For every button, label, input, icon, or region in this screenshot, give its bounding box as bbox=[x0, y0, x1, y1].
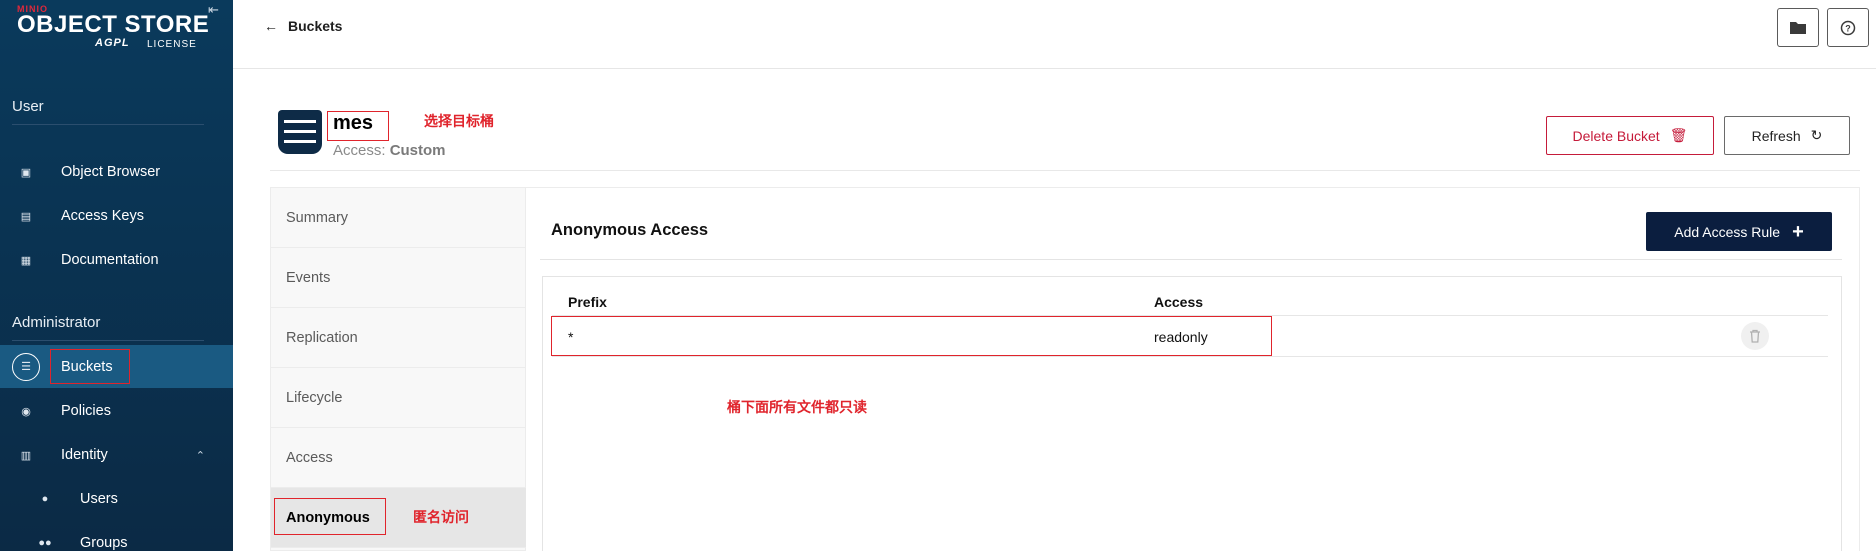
tab-events[interactable]: Events bbox=[271, 248, 527, 308]
back-to-buckets-link[interactable]: ← Buckets bbox=[264, 18, 342, 34]
bucket-access: Access: Custom bbox=[333, 142, 446, 159]
tab-access[interactable]: Access bbox=[271, 428, 527, 488]
sidebar: ⇤ MINIO OBJECT STORE AGPL LICENSE User ▣… bbox=[0, 0, 233, 551]
documentation-icon: ▦ bbox=[20, 254, 32, 267]
bucket-tabs: Summary Events Replication Lifecycle Acc… bbox=[270, 187, 527, 551]
column-header-prefix: Prefix bbox=[568, 294, 607, 310]
collapse-sidebar-icon[interactable]: ⇤ bbox=[208, 2, 219, 18]
folder-icon bbox=[1790, 22, 1806, 34]
divider bbox=[540, 259, 1842, 260]
section-administrator: Administrator bbox=[12, 314, 101, 331]
annotation-anonymous-access: 匿名访问 bbox=[413, 509, 469, 525]
section-user: User bbox=[12, 98, 44, 115]
add-access-rule-button[interactable]: Add Access Rule + bbox=[1646, 212, 1832, 251]
sidebar-item-label: Object Browser bbox=[61, 164, 161, 180]
back-label: Buckets bbox=[288, 18, 343, 34]
sidebar-item-label: Documentation bbox=[61, 252, 159, 268]
divider bbox=[552, 356, 1828, 357]
refresh-icon: ↻ bbox=[1810, 127, 1823, 143]
sidebar-item-label: Groups bbox=[80, 535, 128, 551]
delete-rule-button[interactable] bbox=[1741, 322, 1769, 350]
logo-name: OBJECT STORE bbox=[17, 11, 210, 38]
sidebar-item-groups[interactable]: ●● Groups bbox=[0, 524, 233, 551]
logo-license: AGPL LICENSE bbox=[17, 37, 209, 50]
tab-lifecycle[interactable]: Lifecycle bbox=[271, 368, 527, 428]
annotation-all-readonly: 桶下面所有文件都只读 bbox=[727, 399, 867, 415]
chevron-up-icon[interactable]: ⌃ bbox=[196, 449, 205, 462]
bucket-access-label: Access: bbox=[333, 142, 386, 159]
annotation-select-bucket: 选择目标桶 bbox=[424, 113, 494, 129]
groups-icon: ●● bbox=[38, 537, 52, 549]
folder-button[interactable] bbox=[1777, 8, 1819, 47]
add-access-rule-label: Add Access Rule bbox=[1674, 223, 1781, 240]
sidebar-item-label: Access Keys bbox=[61, 208, 144, 224]
annotation-box-buckets-nav bbox=[50, 349, 130, 384]
buckets-icon: ☰ bbox=[12, 352, 40, 381]
divider bbox=[270, 170, 1860, 171]
bucket-access-value: Custom bbox=[389, 142, 446, 159]
refresh-label: Refresh bbox=[1751, 127, 1801, 144]
sidebar-item-object-browser[interactable]: ▣ Object Browser bbox=[0, 153, 233, 191]
svg-text:?: ? bbox=[1845, 23, 1851, 33]
sidebar-item-access-keys[interactable]: ▤ Access Keys bbox=[0, 197, 233, 235]
bucket-icon bbox=[278, 110, 322, 154]
tab-replication[interactable]: Replication bbox=[271, 308, 527, 368]
sidebar-item-label: Policies bbox=[61, 403, 111, 419]
access-keys-icon: ▤ bbox=[20, 210, 32, 223]
sidebar-item-label: Identity bbox=[61, 447, 108, 463]
tab-summary[interactable]: Summary bbox=[271, 188, 527, 248]
top-bar: ← Buckets ? bbox=[233, 0, 1876, 69]
annotation-box-bucket bbox=[327, 111, 389, 141]
sidebar-item-policies[interactable]: ◉ Policies bbox=[0, 392, 233, 430]
sidebar-item-identity[interactable]: ▥ Identity ⌃ bbox=[0, 436, 233, 474]
user-icon: ● bbox=[41, 493, 49, 505]
divider bbox=[12, 124, 204, 125]
delete-bucket-button[interactable]: Delete Bucket 🗑 bbox=[1546, 116, 1714, 155]
object-browser-icon: ▣ bbox=[20, 166, 32, 179]
trash-icon: 🗑 bbox=[1669, 127, 1688, 143]
plus-icon: + bbox=[1792, 220, 1804, 243]
agpl-badge: AGPL bbox=[95, 37, 130, 49]
minio-logo: MINIO OBJECT STORE AGPL LICENSE bbox=[17, 4, 209, 50]
sidebar-item-users[interactable]: ● Users bbox=[0, 480, 233, 518]
help-button[interactable]: ? bbox=[1827, 8, 1869, 47]
annotation-box-anonymous-tab bbox=[274, 498, 386, 535]
arrow-left-icon: ← bbox=[264, 18, 278, 34]
divider bbox=[12, 340, 204, 341]
trash-icon bbox=[1750, 329, 1760, 343]
sidebar-item-label: Users bbox=[80, 491, 118, 507]
help-icon: ? bbox=[1840, 20, 1856, 35]
identity-icon: ▥ bbox=[20, 449, 32, 462]
delete-bucket-label: Delete Bucket bbox=[1572, 127, 1660, 144]
annotation-box-rule-row bbox=[551, 316, 1272, 356]
policies-icon: ◉ bbox=[21, 405, 31, 418]
column-header-access: Access bbox=[1154, 294, 1204, 310]
refresh-button[interactable]: Refresh ↻ bbox=[1724, 116, 1850, 155]
panel-title: Anonymous Access bbox=[551, 221, 709, 239]
sidebar-item-documentation[interactable]: ▦ Documentation bbox=[0, 241, 233, 279]
